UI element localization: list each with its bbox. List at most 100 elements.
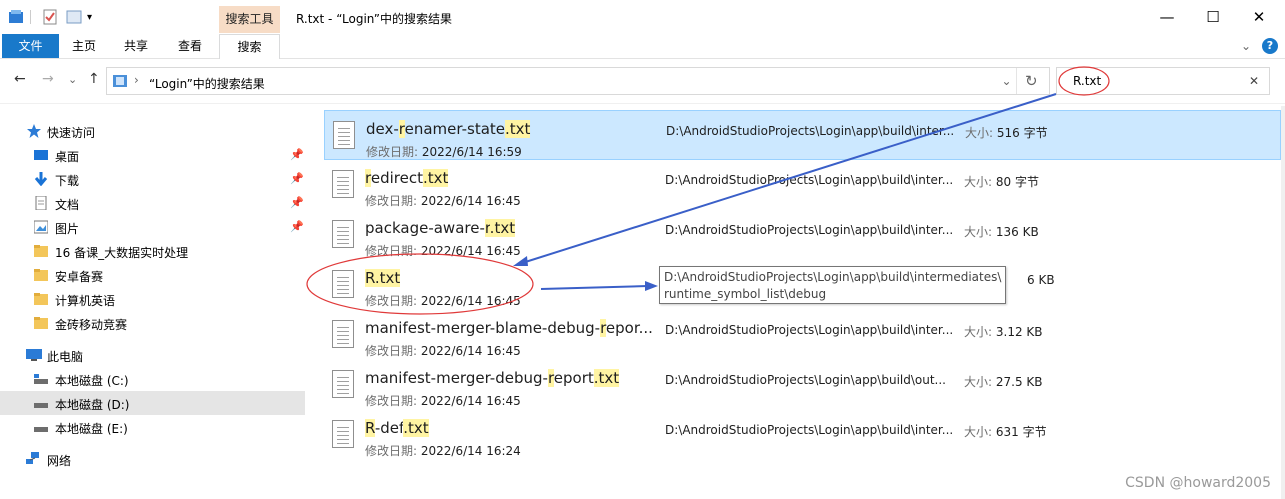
address-dropdown-button[interactable]: ⌄	[997, 68, 1017, 94]
text-file-icon	[332, 320, 354, 348]
pin-icon: 📌	[290, 172, 304, 185]
tab-share[interactable]: 共享	[116, 34, 156, 58]
window-title: R.txt - “Login”中的搜索结果	[296, 12, 452, 26]
result-filename[interactable]: dex-renamer-state.txt	[366, 120, 531, 138]
drive-icon	[34, 420, 48, 434]
folder-icon	[34, 268, 48, 282]
result-row[interactable]: manifest-merger-debug-report.txt 修改日期: 2…	[324, 360, 1281, 410]
result-path: D:\AndroidStudioProjects\Login\app\build…	[665, 423, 954, 437]
result-size: 大小: 80 字节	[964, 175, 1039, 189]
nav-item-folder[interactable]: 金砖移动竞赛	[0, 311, 305, 335]
recent-locations-dropdown[interactable]: ⌄	[68, 73, 77, 86]
up-button[interactable]: ↑	[88, 71, 100, 87]
search-box[interactable]: R.txt ✕	[1056, 67, 1270, 95]
vertical-scrollbar[interactable]	[1281, 106, 1285, 499]
nav-item-pictures[interactable]: 图片 📌	[0, 215, 305, 239]
network-icon	[26, 452, 40, 466]
minimize-button[interactable]: —	[1144, 0, 1190, 34]
result-filename[interactable]: R.txt	[365, 269, 401, 287]
address-text[interactable]: “Login”中的搜索结果	[149, 75, 265, 92]
address-bar[interactable]: › “Login”中的搜索结果 ⌄ ↻	[106, 67, 1050, 95]
result-size: 大小: 631 字节	[964, 425, 1047, 439]
result-modified: 修改日期: 2022/6/14 16:45	[365, 344, 521, 358]
help-icon[interactable]: ?	[1262, 38, 1278, 54]
nav-network-label: 网络	[47, 454, 72, 468]
forward-button[interactable]: →	[42, 71, 54, 87]
text-file-icon	[332, 370, 354, 398]
text-file-icon	[332, 220, 354, 248]
nav-item-downloads[interactable]: 下载 📌	[0, 167, 305, 191]
tab-home[interactable]: 主页	[64, 34, 104, 58]
pictures-icon	[33, 220, 49, 234]
pin-icon: 📌	[290, 148, 304, 161]
desktop-icon	[34, 148, 48, 162]
result-row[interactable]: redirect.txt 修改日期: 2022/6/14 16:45 D:\An…	[324, 160, 1281, 210]
properties-icon[interactable]	[42, 9, 58, 25]
result-row[interactable]: dex-renamer-state.txt 修改日期: 2022/6/14 16…	[324, 110, 1281, 160]
back-button[interactable]: ←	[14, 71, 26, 87]
tab-view[interactable]: 查看	[170, 34, 210, 58]
nav-item-label: 计算机英语	[55, 294, 116, 308]
nav-item-label: 桌面	[55, 150, 80, 164]
result-path: D:\AndroidStudioProjects\Login\app\build…	[665, 173, 954, 187]
result-row[interactable]: R-def.txt 修改日期: 2022/6/14 16:24 D:\Andro…	[324, 410, 1281, 460]
nav-quick-access[interactable]: 快速访问	[0, 119, 305, 143]
nav-drive-c[interactable]: 本地磁盘 (C:)	[0, 367, 305, 391]
computer-icon	[26, 348, 42, 362]
result-filename[interactable]: manifest-merger-blame-debug-repor...	[365, 319, 653, 337]
result-path: D:\AndroidStudioProjects\Login\app\build…	[665, 323, 954, 337]
tab-search[interactable]: 搜索	[219, 34, 280, 59]
ribbon-expand-icon[interactable]: ⌄	[1238, 34, 1254, 58]
nav-item-documents[interactable]: 文档 📌	[0, 191, 305, 215]
ribbon-tabs: 文件 主页 共享 查看 搜索 ⌄ ?	[0, 34, 1285, 59]
nav-drive-d[interactable]: 本地磁盘 (D:)	[0, 391, 305, 415]
result-path: D:\AndroidStudioProjects\Login\app\build…	[665, 373, 946, 387]
result-filename[interactable]: redirect.txt	[365, 169, 449, 187]
result-modified: 修改日期: 2022/6/14 16:24	[365, 444, 521, 458]
result-size: 大小: 3.12 KB	[964, 325, 1043, 339]
tooltip-line-2: runtime_symbol_list\debug	[664, 287, 827, 301]
nav-quick-access-label: 快速访问	[47, 126, 96, 140]
nav-item-label: 本地磁盘 (E:)	[55, 422, 128, 436]
nav-item-folder[interactable]: 安卓备赛	[0, 263, 305, 287]
pin-icon: 📌	[290, 196, 304, 209]
search-input[interactable]: R.txt	[1073, 74, 1101, 88]
nav-item-folder[interactable]: 16 备课_大数据实时处理	[0, 239, 305, 263]
search-tools-context-label: 搜索工具	[219, 6, 280, 33]
nav-item-label: 图片	[55, 222, 80, 236]
navigation-pane: 快速访问 桌面 📌 下载 📌 文档 📌 图片 📌 16 备课_大数据实时处理 安…	[0, 110, 310, 499]
result-row[interactable]: manifest-merger-blame-debug-repor... 修改日…	[324, 310, 1281, 360]
search-results-icon	[113, 74, 127, 88]
document-icon	[34, 195, 48, 211]
nav-this-pc-label: 此电脑	[47, 350, 84, 364]
result-filename[interactable]: package-aware-r.txt	[365, 219, 516, 237]
result-modified: 修改日期: 2022/6/14 16:45	[365, 244, 521, 258]
result-modified: 修改日期: 2022/6/14 16:59	[366, 145, 522, 159]
nav-item-label: 下载	[55, 174, 80, 188]
result-modified: 修改日期: 2022/6/14 16:45	[365, 394, 521, 408]
text-file-icon	[333, 121, 355, 149]
nav-item-label: 文档	[55, 198, 80, 212]
clear-search-button[interactable]: ✕	[1249, 74, 1259, 88]
nav-item-folder[interactable]: 计算机英语	[0, 287, 305, 311]
refresh-button[interactable]: ↻	[1025, 72, 1038, 90]
result-path: D:\AndroidStudioProjects\Login\app\build…	[666, 124, 955, 138]
nav-item-label: 安卓备赛	[55, 270, 104, 284]
maximize-button[interactable]: ☐	[1190, 0, 1236, 34]
title-bar: ▾ 搜索工具 R.txt - “Login”中的搜索结果 — ☐ ✕	[0, 0, 1285, 34]
nav-this-pc[interactable]: 此电脑	[0, 343, 305, 367]
nav-item-label: 金砖移动竞赛	[55, 318, 128, 332]
result-row[interactable]: package-aware-r.txt 修改日期: 2022/6/14 16:4…	[324, 210, 1281, 260]
folder-icon	[34, 316, 48, 330]
drive-icon	[34, 396, 48, 410]
explorer-app-icon	[8, 9, 24, 25]
tab-file[interactable]: 文件	[2, 34, 59, 58]
quick-access-toolbar-dropdown[interactable]: ▾	[87, 12, 103, 28]
nav-item-desktop[interactable]: 桌面 📌	[0, 143, 305, 167]
new-folder-icon[interactable]	[66, 9, 82, 25]
result-filename[interactable]: R-def.txt	[365, 419, 429, 437]
result-filename[interactable]: manifest-merger-debug-report.txt	[365, 369, 620, 387]
nav-network[interactable]: 网络	[0, 447, 305, 471]
nav-drive-e[interactable]: 本地磁盘 (E:)	[0, 415, 305, 439]
close-button[interactable]: ✕	[1236, 0, 1282, 34]
